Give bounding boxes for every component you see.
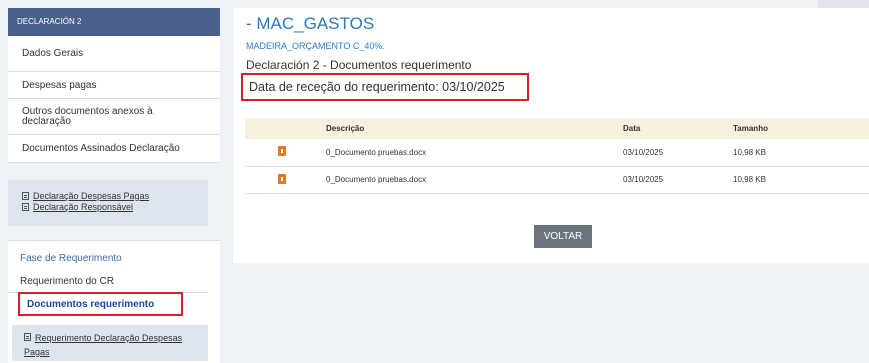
page-subtitle: MADEIRA_ORÇAMENTO C_40%. (246, 41, 385, 51)
file-date: 03/10/2025 (623, 139, 733, 167)
declaration-links: Declaração Despesas Pagas Declaração Res… (8, 180, 208, 226)
sidebar: DECLARACIÓN 2 Dados Gerais Despesas paga… (0, 0, 220, 363)
file-size: 10,98 KB (733, 139, 869, 167)
declaration-heading: Declaración 2 - Documentos requerimento (246, 58, 472, 72)
sidebar-item-documentos-assinados[interactable]: Documentos Assinados Declaração (8, 135, 220, 163)
file-name[interactable]: 0_Documento pruebas.docx (326, 166, 623, 194)
sidebar-item-requerimento-cr[interactable]: Requerimento do CR (8, 271, 208, 293)
document-icon (22, 191, 29, 200)
table-row: 0_Documento pruebas.docx 03/10/2025 10,9… (245, 139, 869, 167)
sidebar-item-label: Outros documentos anexos à declaração (22, 105, 153, 127)
sidebar-item-label: Documentos Assinados Declaração (22, 143, 180, 154)
page-title: - MAC_GASTOS (246, 14, 375, 33)
main-panel: - MAC_GASTOS MADEIRA_ORÇAMENTO C_40%. De… (233, 8, 869, 263)
back-button[interactable]: VOLTAR (534, 225, 592, 248)
link-label: Requerimento Declaração Despesas Pagas (24, 333, 183, 357)
top-bar-fragment (818, 0, 869, 8)
reception-date: Data de receção do requerimento: 03/10/2… (241, 73, 529, 101)
sidebar-item-despesas-pagas[interactable]: Despesas pagas (8, 72, 220, 99)
link-label: Declaração Despesas Pagas (33, 190, 150, 201)
document-icon (24, 333, 31, 341)
document-icon (22, 202, 29, 211)
link-declaracao-responsavel[interactable]: Declaração Responsável (22, 201, 208, 212)
sidebar-item-outros-documentos[interactable]: Outros documentos anexos à declaração (8, 99, 220, 135)
file-name[interactable]: 0_Documento pruebas.docx (326, 139, 623, 167)
header-tamanho: Tamanho (733, 124, 768, 133)
sidebar-item-documentos-requerimento[interactable]: Documentos requerimento (18, 292, 183, 316)
documents-table: Descrição Data Tamanho 0_Documento prueb… (245, 118, 869, 194)
file-size: 10,98 KB (733, 166, 869, 194)
phase-title: Fase de Requerimento (20, 253, 122, 264)
header-icon-col (245, 118, 326, 139)
header-data: Data (623, 124, 641, 133)
link-declaracao-despesas[interactable]: Declaração Despesas Pagas (22, 190, 208, 201)
sidebar-item-label: Requerimento do CR (20, 276, 114, 287)
link-label: Declaração Responsável (33, 201, 134, 212)
table-header-row: Descrição Data Tamanho (245, 118, 869, 139)
header-descricao: Descrição (326, 124, 365, 133)
sidebar-item-dados-gerais[interactable]: Dados Gerais (8, 36, 220, 72)
sidebar-item-label: Dados Gerais (22, 48, 84, 59)
phase-section: Fase de Requerimento Requerimento do CR … (8, 240, 220, 363)
file-download-icon[interactable] (278, 146, 286, 157)
sidebar-menu: Dados Gerais Despesas pagas Outros docum… (8, 36, 220, 163)
file-date: 03/10/2025 (623, 166, 733, 194)
file-download-icon[interactable] (278, 173, 286, 184)
link-requerimento-declaracao[interactable]: Requerimento Declaração Despesas Pagas (12, 325, 208, 361)
sidebar-header: DECLARACIÓN 2 (8, 8, 220, 36)
table-row: 0_Documento pruebas.docx 03/10/2025 10,9… (245, 166, 869, 194)
sidebar-item-label: Despesas pagas (22, 79, 97, 91)
